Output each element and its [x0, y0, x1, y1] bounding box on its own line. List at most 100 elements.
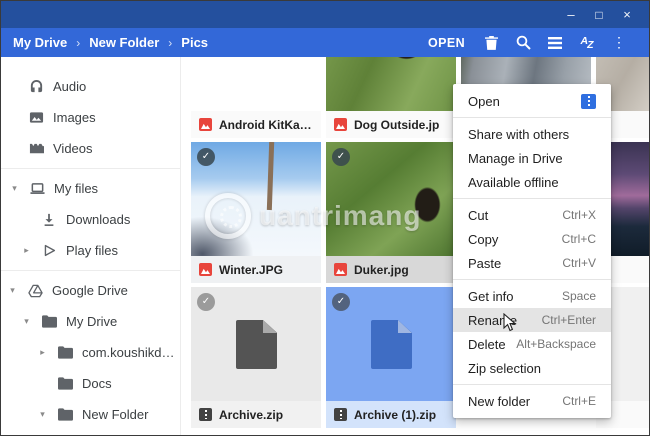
menu-item-available-offline[interactable]: Available offline — [453, 170, 611, 194]
menu-item-manage-in-drive[interactable]: Manage in Drive — [453, 146, 611, 170]
file-name: Archive (1).zip — [354, 407, 437, 422]
sidebar-item-com-koushikdutt[interactable]: ▸ com.koushikdutt... — [1, 337, 180, 368]
chevron-down-icon[interactable]: ▾ — [7, 285, 18, 296]
file-name: Duker.jpg — [354, 262, 409, 277]
folder-icon — [41, 314, 57, 330]
file-tile-dog-outside[interactable]: Dog Outside.jp — [326, 57, 456, 138]
sidebar: Audio Images Videos ▾ My files Downloads — [1, 57, 181, 435]
context-menu: Open Share with others Manage in Drive A… — [453, 84, 611, 418]
chevron-right-icon[interactable]: ▸ — [21, 245, 32, 256]
folder-icon — [57, 407, 73, 423]
folder-icon — [57, 376, 73, 392]
download-icon — [41, 212, 57, 228]
shadow — [191, 214, 257, 256]
sort-az-icon: AZ — [580, 34, 594, 51]
more-options-button[interactable]: ⋮ — [603, 30, 635, 56]
menu-item-delete[interactable]: Delete Alt+Backspace — [453, 332, 611, 356]
drive-icon — [27, 283, 43, 299]
file-document-icon — [236, 320, 277, 369]
menu-item-share-with-others[interactable]: Share with others — [453, 122, 611, 146]
app-toolbar: My Drive › New Folder › Pics OPEN AZ ⋮ — [1, 28, 649, 57]
check-icon[interactable]: ✓ — [197, 293, 215, 311]
image-file-icon — [334, 263, 347, 276]
menu-separator — [453, 117, 611, 118]
file-tile-archive-zip[interactable]: ✓ Archive.zip — [191, 287, 321, 428]
file-tile-winter[interactable]: ✓ Winter.JPG — [191, 142, 321, 283]
search-button[interactable] — [507, 30, 539, 56]
chevron-down-icon[interactable]: ▾ — [21, 316, 32, 327]
menu-item-rename[interactable]: Rename Ctrl+Enter — [453, 308, 611, 332]
vertical-dots-icon: ⋮ — [612, 34, 626, 50]
file-name: Archive.zip — [219, 407, 284, 422]
toolbar-actions: OPEN AZ ⋮ — [428, 30, 635, 56]
files-app-window: – □ × My Drive › New Folder › Pics OPEN … — [0, 0, 650, 436]
close-icon[interactable]: × — [613, 5, 641, 25]
check-icon[interactable]: ✓ — [197, 148, 215, 166]
thumbnail-dog-outside — [326, 57, 456, 111]
file-document-icon — [371, 320, 412, 369]
sidebar-item-my-drive[interactable]: ▾ My Drive — [1, 306, 180, 337]
trash-icon — [484, 36, 498, 50]
sidebar-item-my-files[interactable]: ▾ My files — [1, 173, 180, 204]
file-name: Android KitKat.... — [219, 117, 313, 132]
menu-item-zip-selection[interactable]: Zip selection — [453, 356, 611, 380]
sidebar-item-videos[interactable]: Videos — [1, 133, 180, 164]
videos-icon — [28, 141, 44, 157]
image-file-icon — [199, 118, 212, 131]
audio-icon — [28, 79, 44, 95]
sidebar-item-new-folder[interactable]: ▾ New Folder — [1, 399, 180, 430]
menu-item-paste[interactable]: Paste Ctrl+V — [453, 251, 611, 275]
file-name: Dog Outside.jp — [354, 117, 440, 132]
sidebar-item-docs[interactable]: Docs — [1, 368, 180, 399]
menu-separator — [453, 198, 611, 199]
minimize-icon[interactable]: – — [557, 5, 585, 25]
sort-az-button[interactable]: AZ — [571, 30, 603, 56]
breadcrumb-my-drive[interactable]: My Drive — [13, 35, 67, 50]
menu-item-get-info[interactable]: Get info Space — [453, 284, 611, 308]
images-icon — [28, 110, 44, 126]
shortcut-label: Ctrl+E — [562, 394, 596, 408]
chevron-down-icon[interactable]: ▾ — [9, 183, 20, 194]
zip-file-icon — [199, 408, 212, 421]
shortcut-label: Ctrl+X — [562, 208, 596, 222]
check-icon[interactable]: ✓ — [332, 293, 350, 311]
view-list-button[interactable] — [539, 30, 571, 56]
breadcrumb-pics[interactable]: Pics — [181, 35, 208, 50]
folder-icon — [57, 345, 73, 361]
thumbnail-archive-zip: ✓ — [191, 287, 321, 401]
file-tile-archive-1-zip[interactable]: ✓ Archive (1).zip — [326, 287, 456, 428]
sidebar-item-images[interactable]: Images — [1, 102, 180, 133]
chevron-right-icon[interactable]: ▸ — [37, 347, 48, 358]
menu-separator — [453, 279, 611, 280]
chevron-down-icon[interactable]: ▾ — [37, 409, 48, 420]
shortcut-label: Ctrl+V — [562, 256, 596, 270]
zip-file-icon — [334, 408, 347, 421]
menu-item-cut[interactable]: Cut Ctrl+X — [453, 203, 611, 227]
file-tile-android-kitkat[interactable]: Android KitKat.... — [191, 57, 321, 138]
sidebar-item-play-files[interactable]: ▸ Play files — [1, 235, 180, 266]
thumbnail-winter: ✓ — [191, 142, 321, 256]
search-icon — [516, 35, 531, 50]
breadcrumb-new-folder[interactable]: New Folder — [89, 35, 159, 50]
menu-item-new-folder[interactable]: New folder Ctrl+E — [453, 389, 611, 413]
sidebar-item-pics[interactable]: Pics — [1, 430, 180, 435]
image-file-icon — [199, 263, 212, 276]
shortcut-label: Ctrl+C — [561, 232, 596, 246]
image-file-icon — [334, 118, 347, 131]
menu-separator — [453, 384, 611, 385]
play-icon — [41, 243, 57, 259]
check-icon[interactable]: ✓ — [332, 148, 350, 166]
maximize-icon[interactable]: □ — [585, 5, 613, 25]
open-button[interactable]: OPEN — [428, 36, 465, 50]
delete-button[interactable] — [475, 30, 507, 56]
file-tile-duker[interactable]: ✓ Duker.jpg — [326, 142, 456, 283]
menu-item-open[interactable]: Open — [453, 89, 611, 113]
thumbnail-archive-1-zip: ✓ — [326, 287, 456, 401]
sidebar-item-downloads[interactable]: Downloads — [1, 204, 180, 235]
zip-app-icon — [581, 93, 596, 109]
sidebar-item-google-drive[interactable]: ▾ Google Drive — [1, 275, 180, 306]
shortcut-label: Space — [561, 289, 596, 303]
shortcut-label: Ctrl+Enter — [541, 313, 596, 327]
menu-item-copy[interactable]: Copy Ctrl+C — [453, 227, 611, 251]
sidebar-item-audio[interactable]: Audio — [1, 71, 180, 102]
